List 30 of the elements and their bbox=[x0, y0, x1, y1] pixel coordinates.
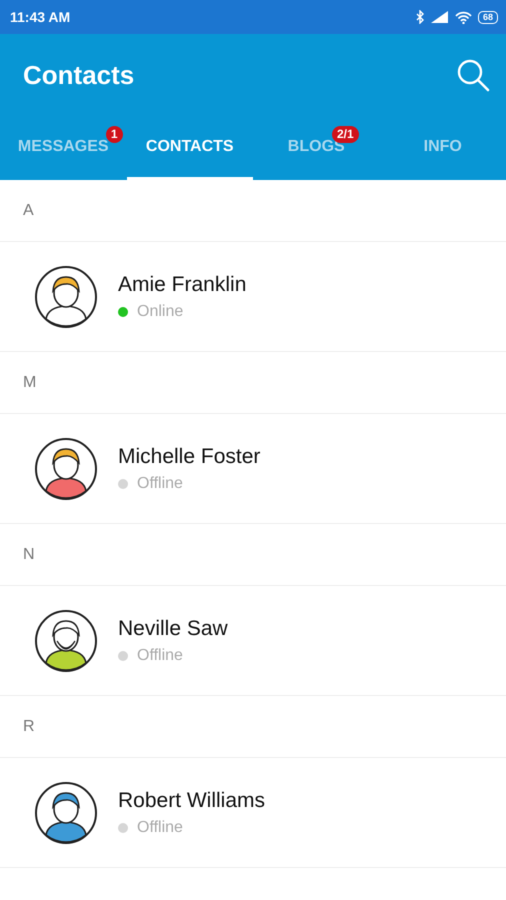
contact-name: Amie Franklin bbox=[118, 272, 246, 296]
status-time: 11:43 AM bbox=[10, 9, 70, 25]
contact-name: Robert Williams bbox=[118, 788, 266, 812]
signal-icon bbox=[430, 11, 449, 23]
tab[interactable]: BLOGS 2/1 bbox=[253, 116, 380, 180]
avatar-icon bbox=[34, 780, 98, 844]
status-text: Online bbox=[137, 302, 184, 320]
screen-title: Contacts bbox=[23, 60, 134, 90]
tab[interactable]: MESSAGES 1 bbox=[0, 116, 126, 180]
status-text: Offline bbox=[137, 818, 183, 836]
avatar-icon bbox=[34, 264, 98, 328]
wifi-icon bbox=[454, 10, 472, 24]
contact-row[interactable]: Michelle Foster Offline bbox=[0, 414, 506, 524]
section-letter: R bbox=[0, 696, 506, 758]
contact-row[interactable]: Amie Franklin Online bbox=[0, 242, 506, 352]
contact-name: Neville Saw bbox=[118, 616, 228, 640]
section-letter: M bbox=[0, 352, 506, 414]
status-text: Offline bbox=[137, 474, 183, 492]
contact-row[interactable]: Neville Saw Offline bbox=[0, 586, 506, 696]
avatar-icon bbox=[34, 436, 98, 500]
avatar-icon bbox=[34, 608, 98, 672]
contact-row[interactable]: Robert Williams Offline bbox=[0, 758, 506, 868]
contact-name: Michelle Foster bbox=[118, 444, 260, 468]
battery-level: 68 bbox=[478, 10, 498, 24]
section-letter: N bbox=[0, 524, 506, 586]
search-icon[interactable] bbox=[456, 58, 490, 92]
bluetooth-icon bbox=[416, 10, 425, 24]
status-text: Offline bbox=[137, 646, 183, 664]
section-letter: A bbox=[0, 180, 506, 242]
count-badge: 2/1 bbox=[332, 126, 359, 142]
